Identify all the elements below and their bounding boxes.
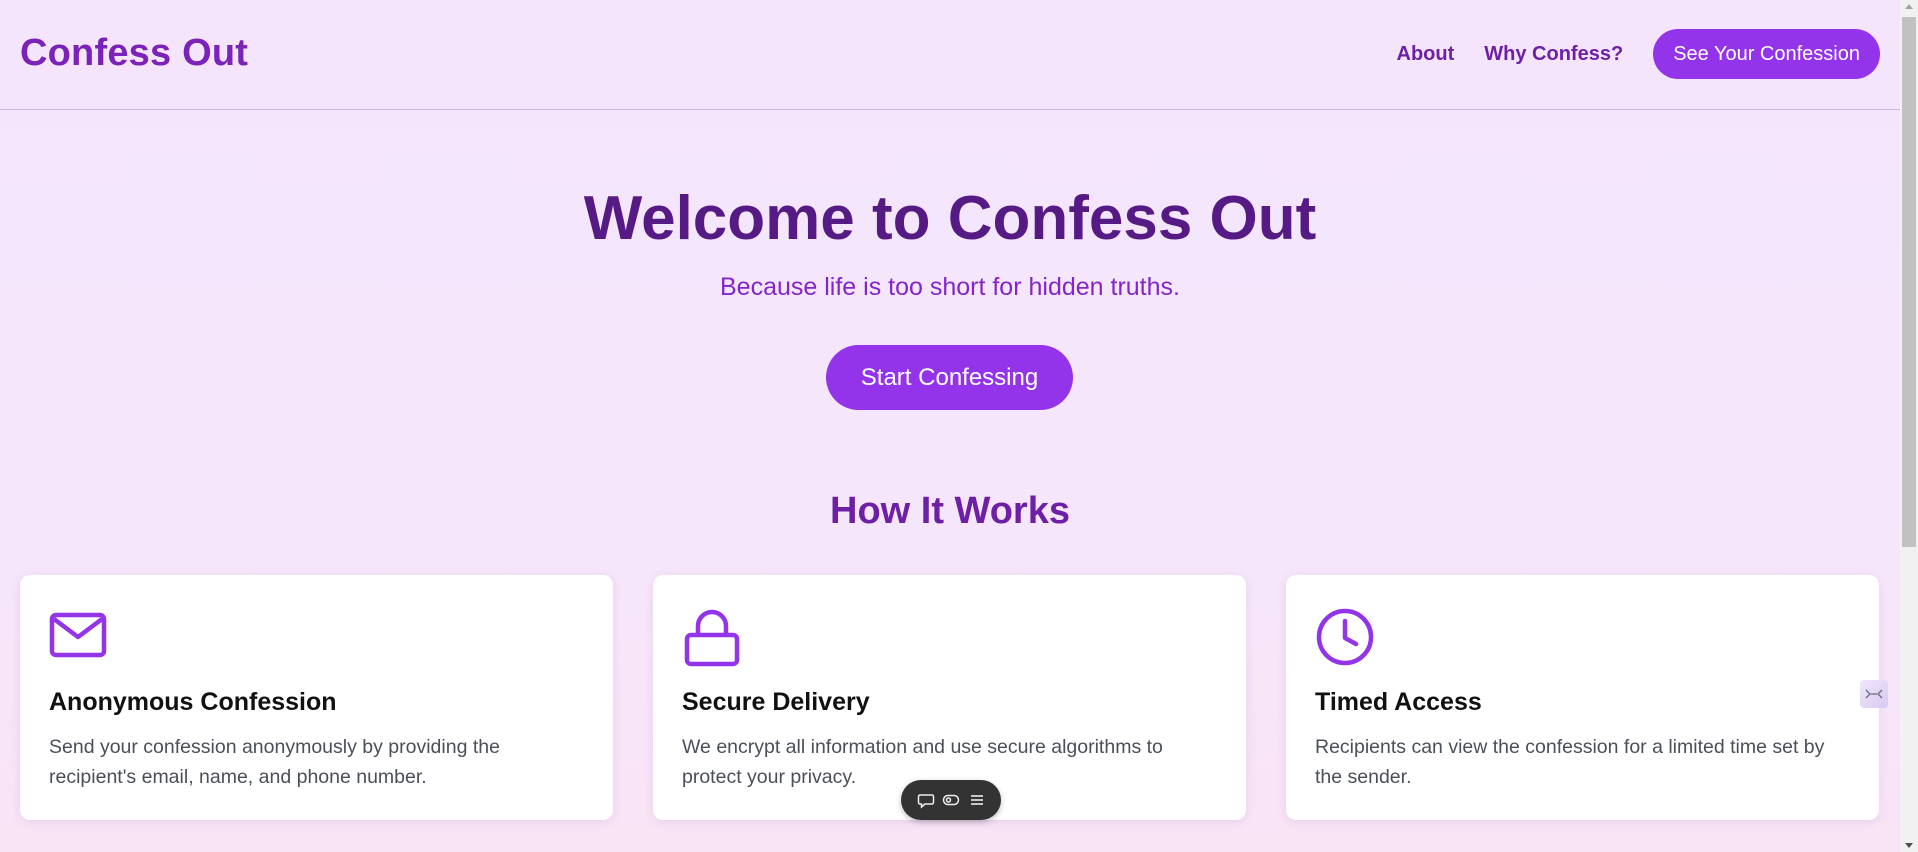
card-title: Timed Access — [1315, 688, 1482, 716]
site-header: Confess Out About Why Confess? See Your … — [0, 0, 1900, 110]
start-confessing-button[interactable]: Start Confessing — [826, 345, 1073, 410]
see-your-confession-button[interactable]: See Your Confession — [1653, 29, 1880, 79]
lock-icon — [682, 607, 742, 667]
feature-card-timed: Timed Access Recipients can view the con… — [1286, 575, 1879, 820]
floating-toolbar — [901, 780, 1001, 820]
card-description: Send your confession anonymously by prov… — [49, 736, 500, 788]
scroll-up-arrow-icon[interactable] — [1905, 4, 1913, 9]
page: Confess Out About Why Confess? See Your … — [0, 0, 1900, 852]
page-scrollbar[interactable] — [1900, 0, 1918, 852]
nav-link-why-confess[interactable]: Why Confess? — [1484, 43, 1623, 66]
envelope-icon — [49, 607, 109, 667]
nav-link-about[interactable]: About — [1397, 43, 1455, 66]
scroll-down-arrow-icon[interactable] — [1905, 843, 1913, 848]
card-title: Anonymous Confession — [49, 688, 337, 716]
how-it-works-title: How It Works — [830, 490, 1070, 532]
hero-title: Welcome to Confess Out — [583, 184, 1317, 253]
clock-icon — [1315, 607, 1375, 667]
scrollbar-thumb[interactable] — [1902, 17, 1916, 547]
main-nav: About Why Confess? See Your Confession — [1397, 29, 1880, 79]
card-title: Secure Delivery — [682, 688, 870, 716]
menu-icon[interactable] — [968, 791, 986, 809]
feature-card-anonymous: Anonymous Confession Send your confessio… — [20, 575, 613, 820]
hero-subtitle: Because life is too short for hidden tru… — [720, 273, 1180, 301]
card-description: Recipients can view the confession for a… — [1315, 736, 1825, 788]
comment-icon[interactable] — [917, 791, 935, 809]
collapse-widget-icon[interactable] — [1860, 680, 1888, 708]
brand-logo[interactable]: Confess Out — [20, 32, 248, 75]
toggle-icon[interactable] — [942, 791, 960, 809]
